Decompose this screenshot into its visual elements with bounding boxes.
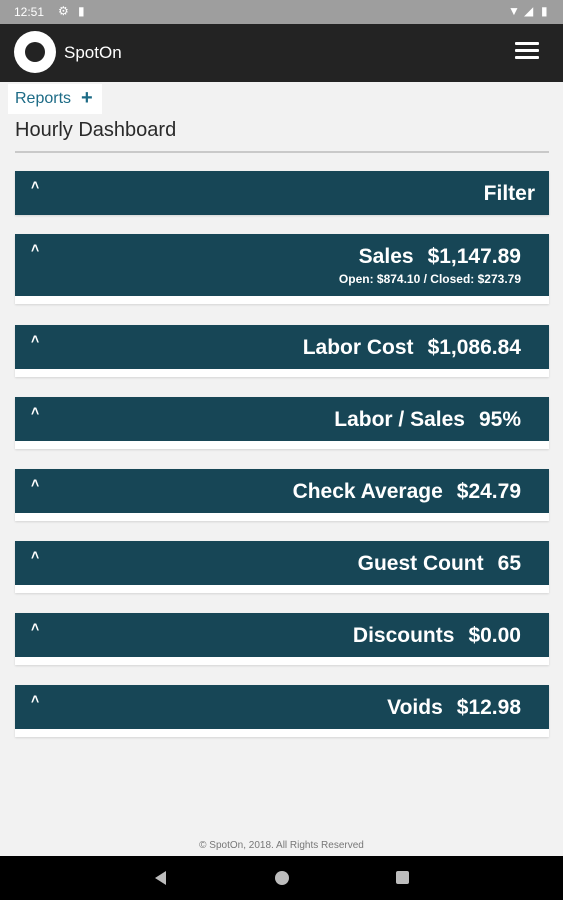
- labor-cost-label: Labor Cost: [302, 336, 414, 359]
- labor-cost-title: Labor Cost $1,086.84: [303, 336, 521, 360]
- status-time: 12:51: [14, 5, 45, 19]
- battery-icon: ▮: [541, 4, 548, 18]
- labor-sales-card: ˄ Labor / Sales 95%: [15, 397, 549, 449]
- guest-count-label: Guest Count: [357, 552, 484, 575]
- caret-up-icon: ˄: [31, 547, 40, 563]
- system-nav-bar: [0, 856, 563, 900]
- discounts-card: ˄ Discounts $0.00: [15, 613, 549, 665]
- page-title: Hourly Dashboard: [15, 119, 177, 141]
- reports-label: Reports: [15, 90, 72, 107]
- labor-sales-value: 95%: [478, 408, 521, 431]
- sd-card-icon: ▮: [78, 4, 85, 18]
- caret-up-icon: ˄: [31, 177, 40, 193]
- recent-apps-icon[interactable]: [396, 871, 409, 884]
- caret-up-icon: ˄: [31, 619, 40, 635]
- guest-count-title: Guest Count 65: [358, 552, 521, 576]
- caret-up-icon: ˄: [31, 331, 40, 347]
- brand-name: SpotOn: [64, 43, 122, 62]
- caret-up-icon: ˄: [31, 240, 40, 256]
- hamburger-menu-icon[interactable]: [515, 42, 539, 62]
- check-average-header[interactable]: ˄ Check Average $24.79: [15, 469, 549, 513]
- voids-header[interactable]: ˄ Voids $12.98: [15, 685, 549, 729]
- sales-value: $1,147.89: [427, 245, 521, 268]
- labor-sales-title: Labor / Sales 95%: [334, 408, 521, 432]
- check-average-title: Check Average $24.79: [293, 480, 521, 504]
- voids-card: ˄ Voids $12.98: [15, 685, 549, 737]
- check-average-label: Check Average: [292, 480, 443, 503]
- reports-button[interactable]: Reports +: [8, 84, 102, 114]
- discounts-title: Discounts $0.00: [353, 624, 521, 648]
- filter-header[interactable]: ˄ Filter: [15, 171, 549, 215]
- app-bar: SpotOn: [0, 24, 563, 82]
- voids-title: Voids $12.98: [387, 696, 521, 720]
- settings-icon: ⚙: [58, 4, 69, 18]
- labor-sales-label: Labor / Sales: [334, 408, 465, 431]
- footer-copyright: © SpotOn, 2018. All Rights Reserved: [199, 840, 364, 851]
- discounts-header[interactable]: ˄ Discounts $0.00: [15, 613, 549, 657]
- back-icon[interactable]: [155, 871, 166, 885]
- title-divider: [15, 151, 549, 153]
- discounts-value: $0.00: [468, 624, 521, 647]
- check-average-card: ˄ Check Average $24.79: [15, 469, 549, 521]
- status-bar: 12:51 ⚙ ▮ ▼ ◢ ▮: [0, 0, 563, 24]
- labor-cost-header[interactable]: ˄ Labor Cost $1,086.84: [15, 325, 549, 369]
- sales-label: Sales: [358, 245, 414, 268]
- guest-count-card: ˄ Guest Count 65: [15, 541, 549, 593]
- labor-cost-card: ˄ Labor Cost $1,086.84: [15, 325, 549, 377]
- labor-cost-value: $1,086.84: [427, 336, 521, 359]
- plus-icon: +: [81, 87, 93, 109]
- caret-up-icon: ˄: [31, 691, 40, 707]
- filter-label: Filter: [483, 182, 535, 205]
- voids-label: Voids: [387, 696, 443, 719]
- caret-up-icon: ˄: [31, 475, 40, 491]
- caret-up-icon: ˄: [31, 403, 40, 419]
- sales-breakdown: Open: $874.10 / Closed: $273.79: [338, 272, 521, 286]
- sales-header[interactable]: ˄ Sales $1,147.89 Open: $874.10 / Closed:…: [15, 234, 549, 296]
- wifi-icon: ▼: [508, 4, 520, 18]
- labor-sales-header[interactable]: ˄ Labor / Sales 95%: [15, 397, 549, 441]
- filter-panel: ˄ Filter: [15, 171, 549, 215]
- check-average-value: $24.79: [456, 480, 521, 503]
- signal-icon: ◢: [524, 4, 534, 18]
- spoton-logo-icon: [14, 31, 56, 73]
- guest-count-value: 65: [497, 552, 521, 575]
- home-icon[interactable]: [275, 871, 289, 885]
- guest-count-header[interactable]: ˄ Guest Count 65: [15, 541, 549, 585]
- sales-title: Sales $1,147.89: [359, 245, 521, 269]
- sales-card: ˄ Sales $1,147.89 Open: $874.10 / Closed:…: [15, 234, 549, 304]
- discounts-label: Discounts: [352, 624, 455, 647]
- voids-value: $12.98: [456, 696, 521, 719]
